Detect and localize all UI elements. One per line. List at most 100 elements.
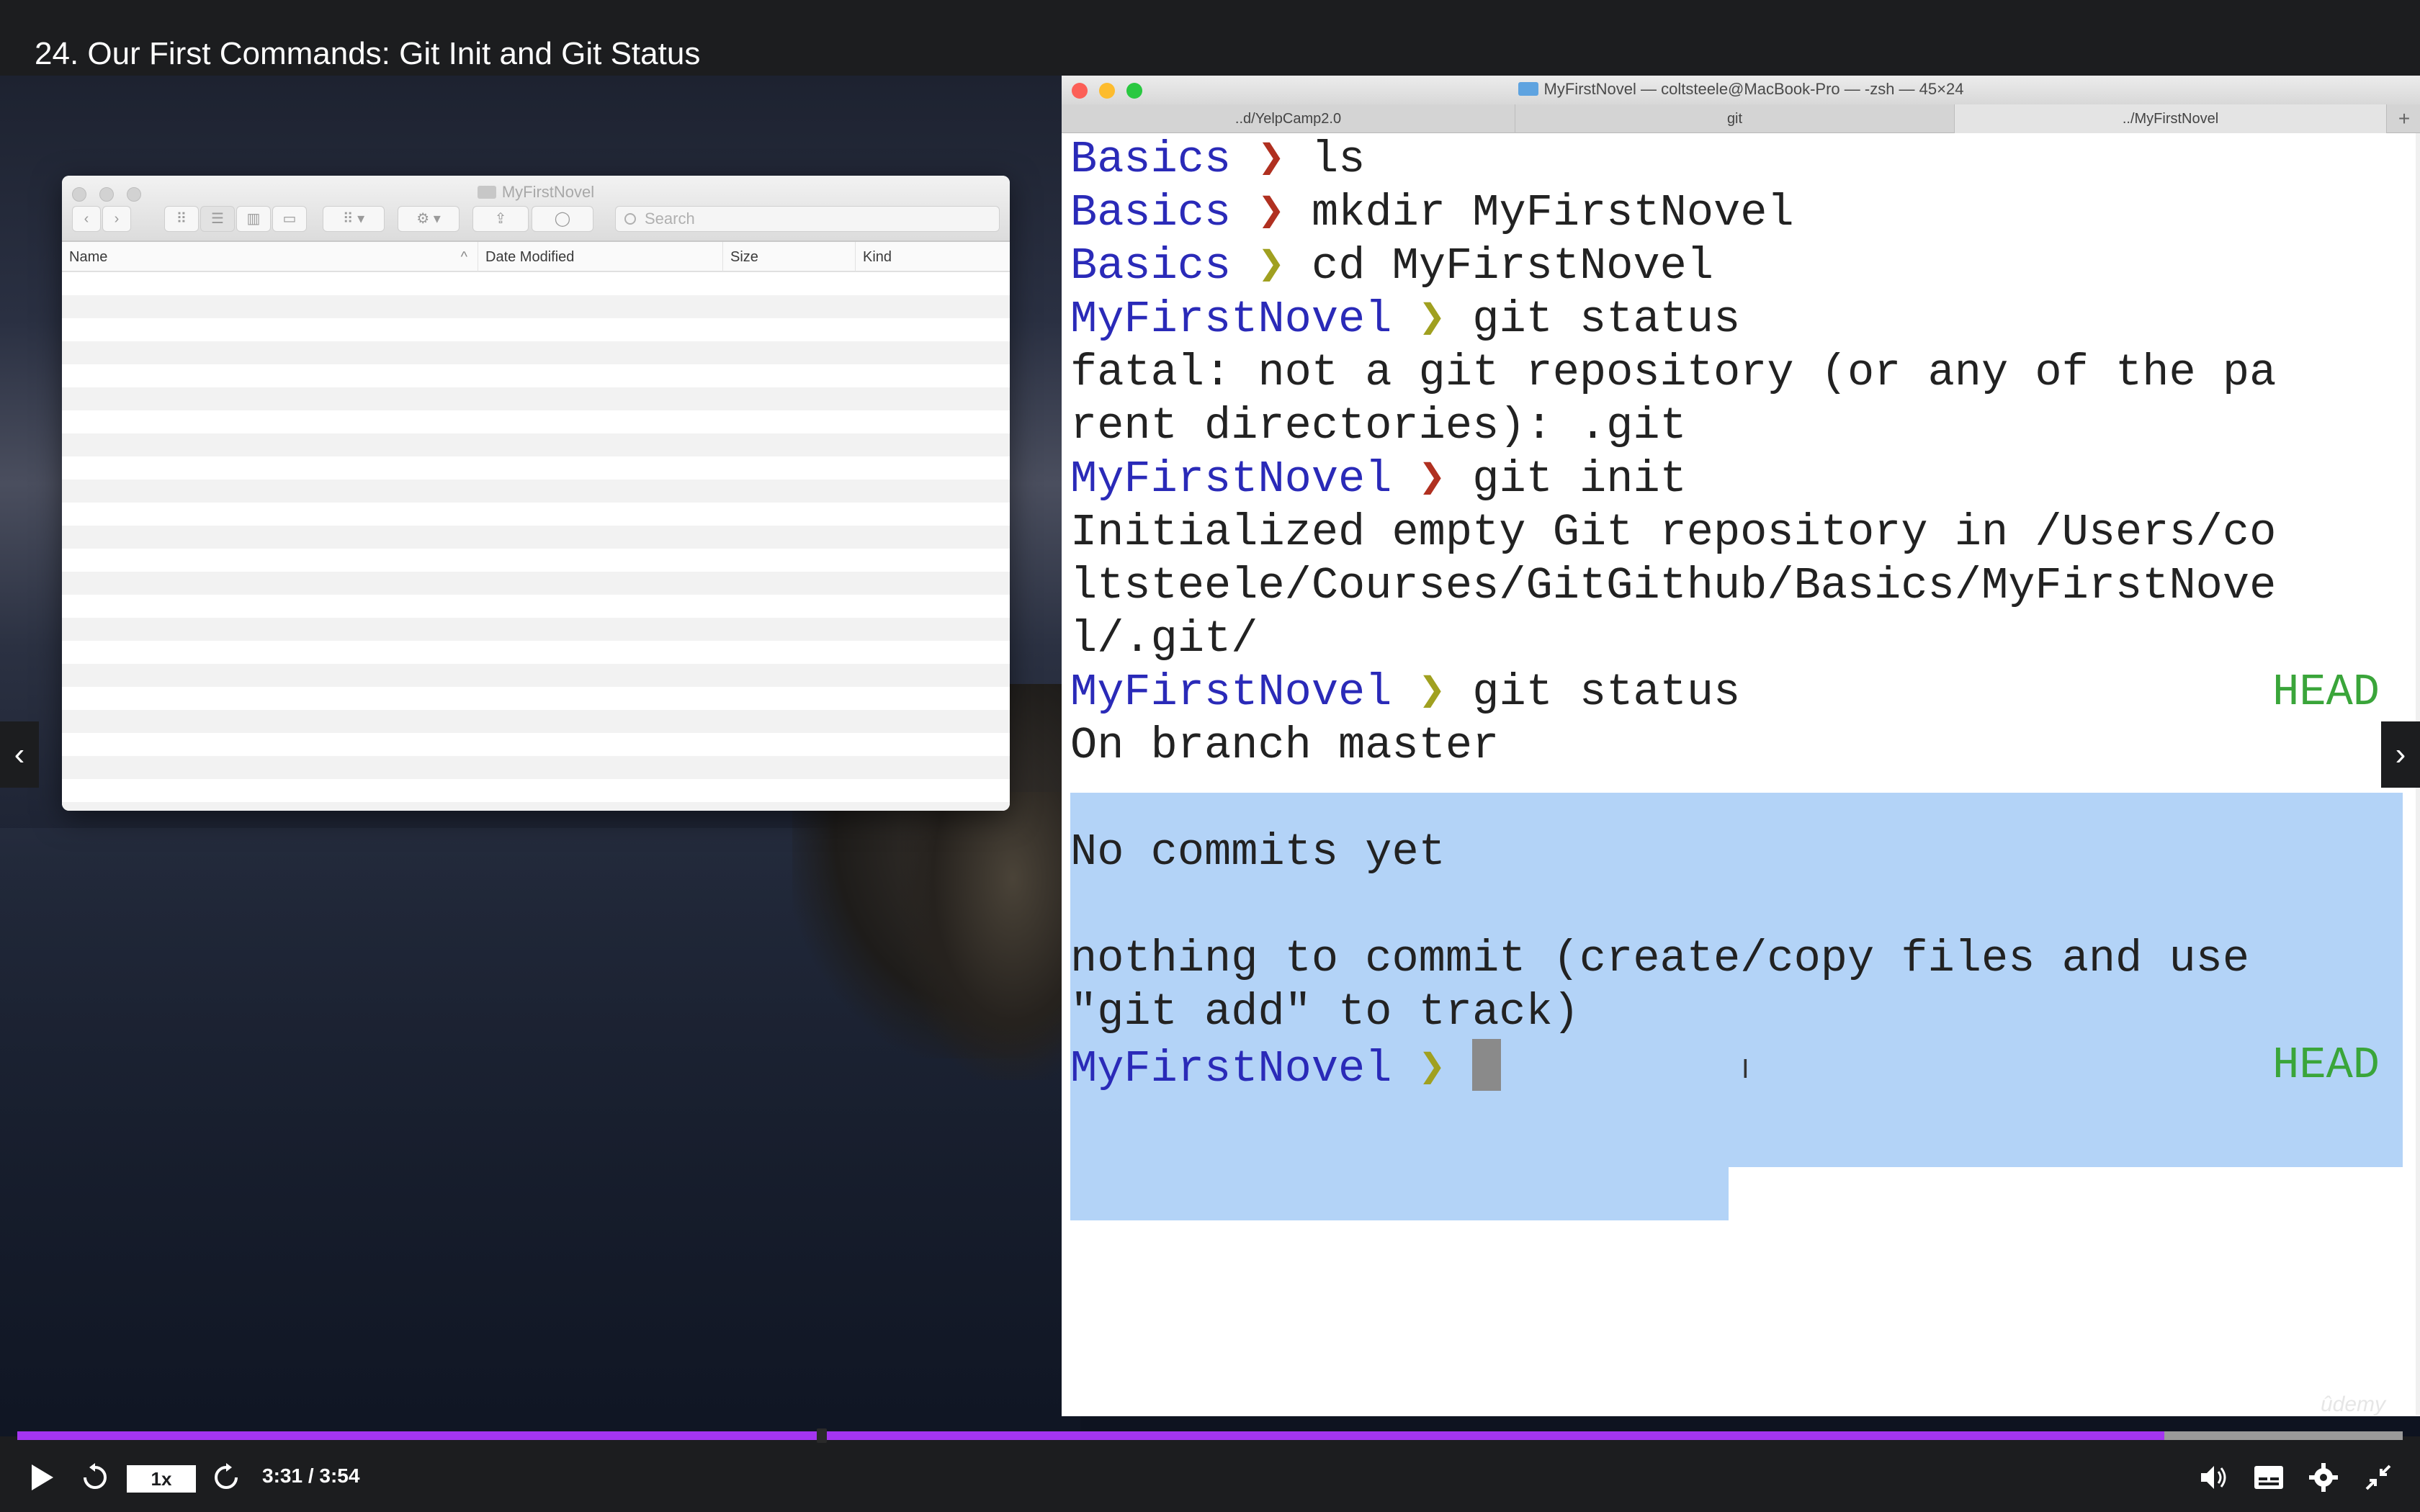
volume-icon [2201,1466,2226,1489]
prompt-arrow-icon: ❯ [1418,294,1446,345]
chapter-marker [817,1428,827,1443]
exit-fullscreen-button[interactable] [2362,1462,2394,1497]
prompt-directory: MyFirstNovel [1070,1043,1392,1094]
terminal-line: On branch master [1070,719,2410,773]
prompt-arrow-icon: ❯ [1258,134,1285,185]
column-name[interactable]: Name ^ [62,242,478,272]
finder-title-text: MyFirstNovel [501,183,595,201]
output-text: No commits yet [1070,827,1446,878]
terminal-line: MyFirstNovel ❯ git status HEAD [1070,666,2410,719]
group-button[interactable]: ⠿ ▾ [323,206,385,232]
terminal-line: MyFirstNovel ❯ git init [1070,453,2410,506]
git-head-indicator: HEAD [2272,1040,2380,1091]
progress-fill [17,1431,2164,1440]
playback-speed-button[interactable]: 1x [127,1465,196,1493]
terminal-titlebar[interactable]: MyFirstNovel — coltsteele@MacBook-Pro — … [1062,76,2420,104]
terminal-title: MyFirstNovel — coltsteele@MacBook-Pro — … [1062,80,2420,99]
finder-window[interactable]: MyFirstNovel ‹ › ⠿ ☰ ▥ ▭ ⠿ ▾ ⚙ ▾ ⇪ ◯ Sea… [62,176,1010,811]
play-button[interactable] [27,1462,56,1497]
column-header-row: Name ^ Date Modified Size Kind [62,242,1010,272]
share-button[interactable]: ⇪ [472,206,529,232]
ibeam-cursor-icon: I [1742,1055,1749,1084]
back-button[interactable]: ‹ [72,206,101,232]
output-text: rent directories): .git [1070,400,1687,451]
prompt-arrow-icon: ❯ [1418,667,1446,718]
icon-view-button[interactable]: ⠿ [164,206,199,232]
search-field[interactable]: Search [615,206,1000,232]
new-tab-button[interactable]: + [2388,104,2420,133]
terminal-line: No commits yet [1070,826,2410,879]
finder-title: MyFirstNovel [62,183,1010,202]
terminal-line: nothing to commit (create/copy files and… [1070,932,2410,986]
command-text: git status [1446,294,1741,345]
terminal-line: ltsteele/Courses/GitGithub/Basics/MyFirs… [1070,559,2410,613]
terminal-line: l/.git/ [1070,613,2410,666]
output-text: ltsteele/Courses/GitGithub/Basics/MyFirs… [1070,560,2277,611]
prompt-arrow-icon: ❯ [1258,240,1285,292]
tab-yelpcamp[interactable]: ..d/YelpCamp2.0 [1062,104,1515,133]
forward-button[interactable]: › [102,206,131,232]
play-icon [32,1464,53,1490]
terminal-line: fatal: not a git repository (or any of t… [1070,346,2410,400]
prompt-arrow-icon: ❯ [1418,1043,1446,1094]
wallpaper-cliff-rocks [900,792,1088,1080]
prompt-directory: MyFirstNovel [1070,454,1392,505]
next-lecture-button[interactable]: › [2381,721,2420,788]
column-size[interactable]: Size [723,242,856,272]
terminal-tab-bar: ..d/YelpCamp2.0 git ../MyFirstNovel + [1062,104,2420,133]
command-text [1446,1043,1472,1094]
folder-icon [477,186,496,199]
rewind-button[interactable] [79,1462,111,1497]
column-kind[interactable]: Kind [856,242,1010,272]
forward-button[interactable] [210,1462,242,1497]
gallery-view-button[interactable]: ▭ [272,206,307,232]
output-text: nothing to commit (create/copy files and… [1070,933,2250,984]
rewind-icon [84,1463,107,1489]
output-text: fatal: not a git repository (or any of t… [1070,347,2277,398]
prompt-directory: Basics [1070,240,1232,292]
column-date-modified[interactable]: Date Modified [478,242,723,272]
prompt-directory: MyFirstNovel [1070,294,1392,345]
captions-button[interactable] [2253,1463,2285,1495]
screen: 24. Our First Commands: Git Init and Git… [0,0,2420,1512]
volume-button[interactable] [2198,1462,2230,1497]
column-view-button[interactable]: ▥ [236,206,271,232]
output-text: On branch master [1070,720,1500,771]
search-placeholder: Search [645,210,695,228]
tab-git[interactable]: git [1515,104,1955,133]
command-text: git init [1446,454,1687,505]
gear-icon [2309,1463,2338,1492]
terminal-line: rent directories): .git [1070,400,2410,453]
prompt-directory: MyFirstNovel [1070,667,1392,718]
action-gear-button[interactable]: ⚙ ▾ [398,206,460,232]
text-selection-tail [1070,1167,1729,1220]
sort-indicator: ^ [460,249,467,265]
udemy-watermark: ûdemy [2321,1392,2386,1416]
folder-icon [1518,82,1538,96]
prompt-arrow-icon: ❯ [1258,187,1285,238]
list-view-button[interactable]: ☰ [200,206,235,232]
git-head-indicator: HEAD [2272,667,2380,718]
command-text: cd MyFirstNovel [1284,240,1714,292]
terminal-output[interactable]: Basics ❯ ls Basics ❯ mkdir MyFirstNovel Ba… [1070,133,2403,1415]
terminal-window[interactable]: MyFirstNovel — coltsteele@MacBook-Pro — … [1062,76,2420,1416]
command-text: mkdir MyFirstNovel [1284,187,1794,238]
terminal-line: Initialized empty Git repository in /Use… [1070,506,2410,559]
output-text: "git add" to track) [1070,986,1579,1038]
file-list[interactable] [62,272,1010,811]
output-text: l/.git/ [1070,613,1258,665]
progress-bar[interactable] [17,1428,2403,1443]
terminal-line: MyFirstNovel ❯ git status [1070,293,2410,346]
terminal-line: "git add" to track) [1070,986,2410,1039]
lecture-title: 24. Our First Commands: Git Init and Git… [35,36,701,71]
settings-button[interactable] [2308,1462,2339,1497]
previous-lecture-button[interactable]: ‹ [0,721,39,788]
terminal-line: Basics ❯ mkdir MyFirstNovel [1070,186,2410,240]
tags-button[interactable]: ◯ [532,206,593,232]
finder-titlebar[interactable]: MyFirstNovel ‹ › ⠿ ☰ ▥ ▭ ⠿ ▾ ⚙ ▾ ⇪ ◯ Sea… [62,176,1010,242]
video-header: 24. Our First Commands: Git Init and Git… [0,0,2420,76]
tab-myfirstnovel[interactable]: ../MyFirstNovel [1955,104,2387,133]
terminal-line: MyFirstNovel ❯ HEAD [1070,1039,2410,1094]
